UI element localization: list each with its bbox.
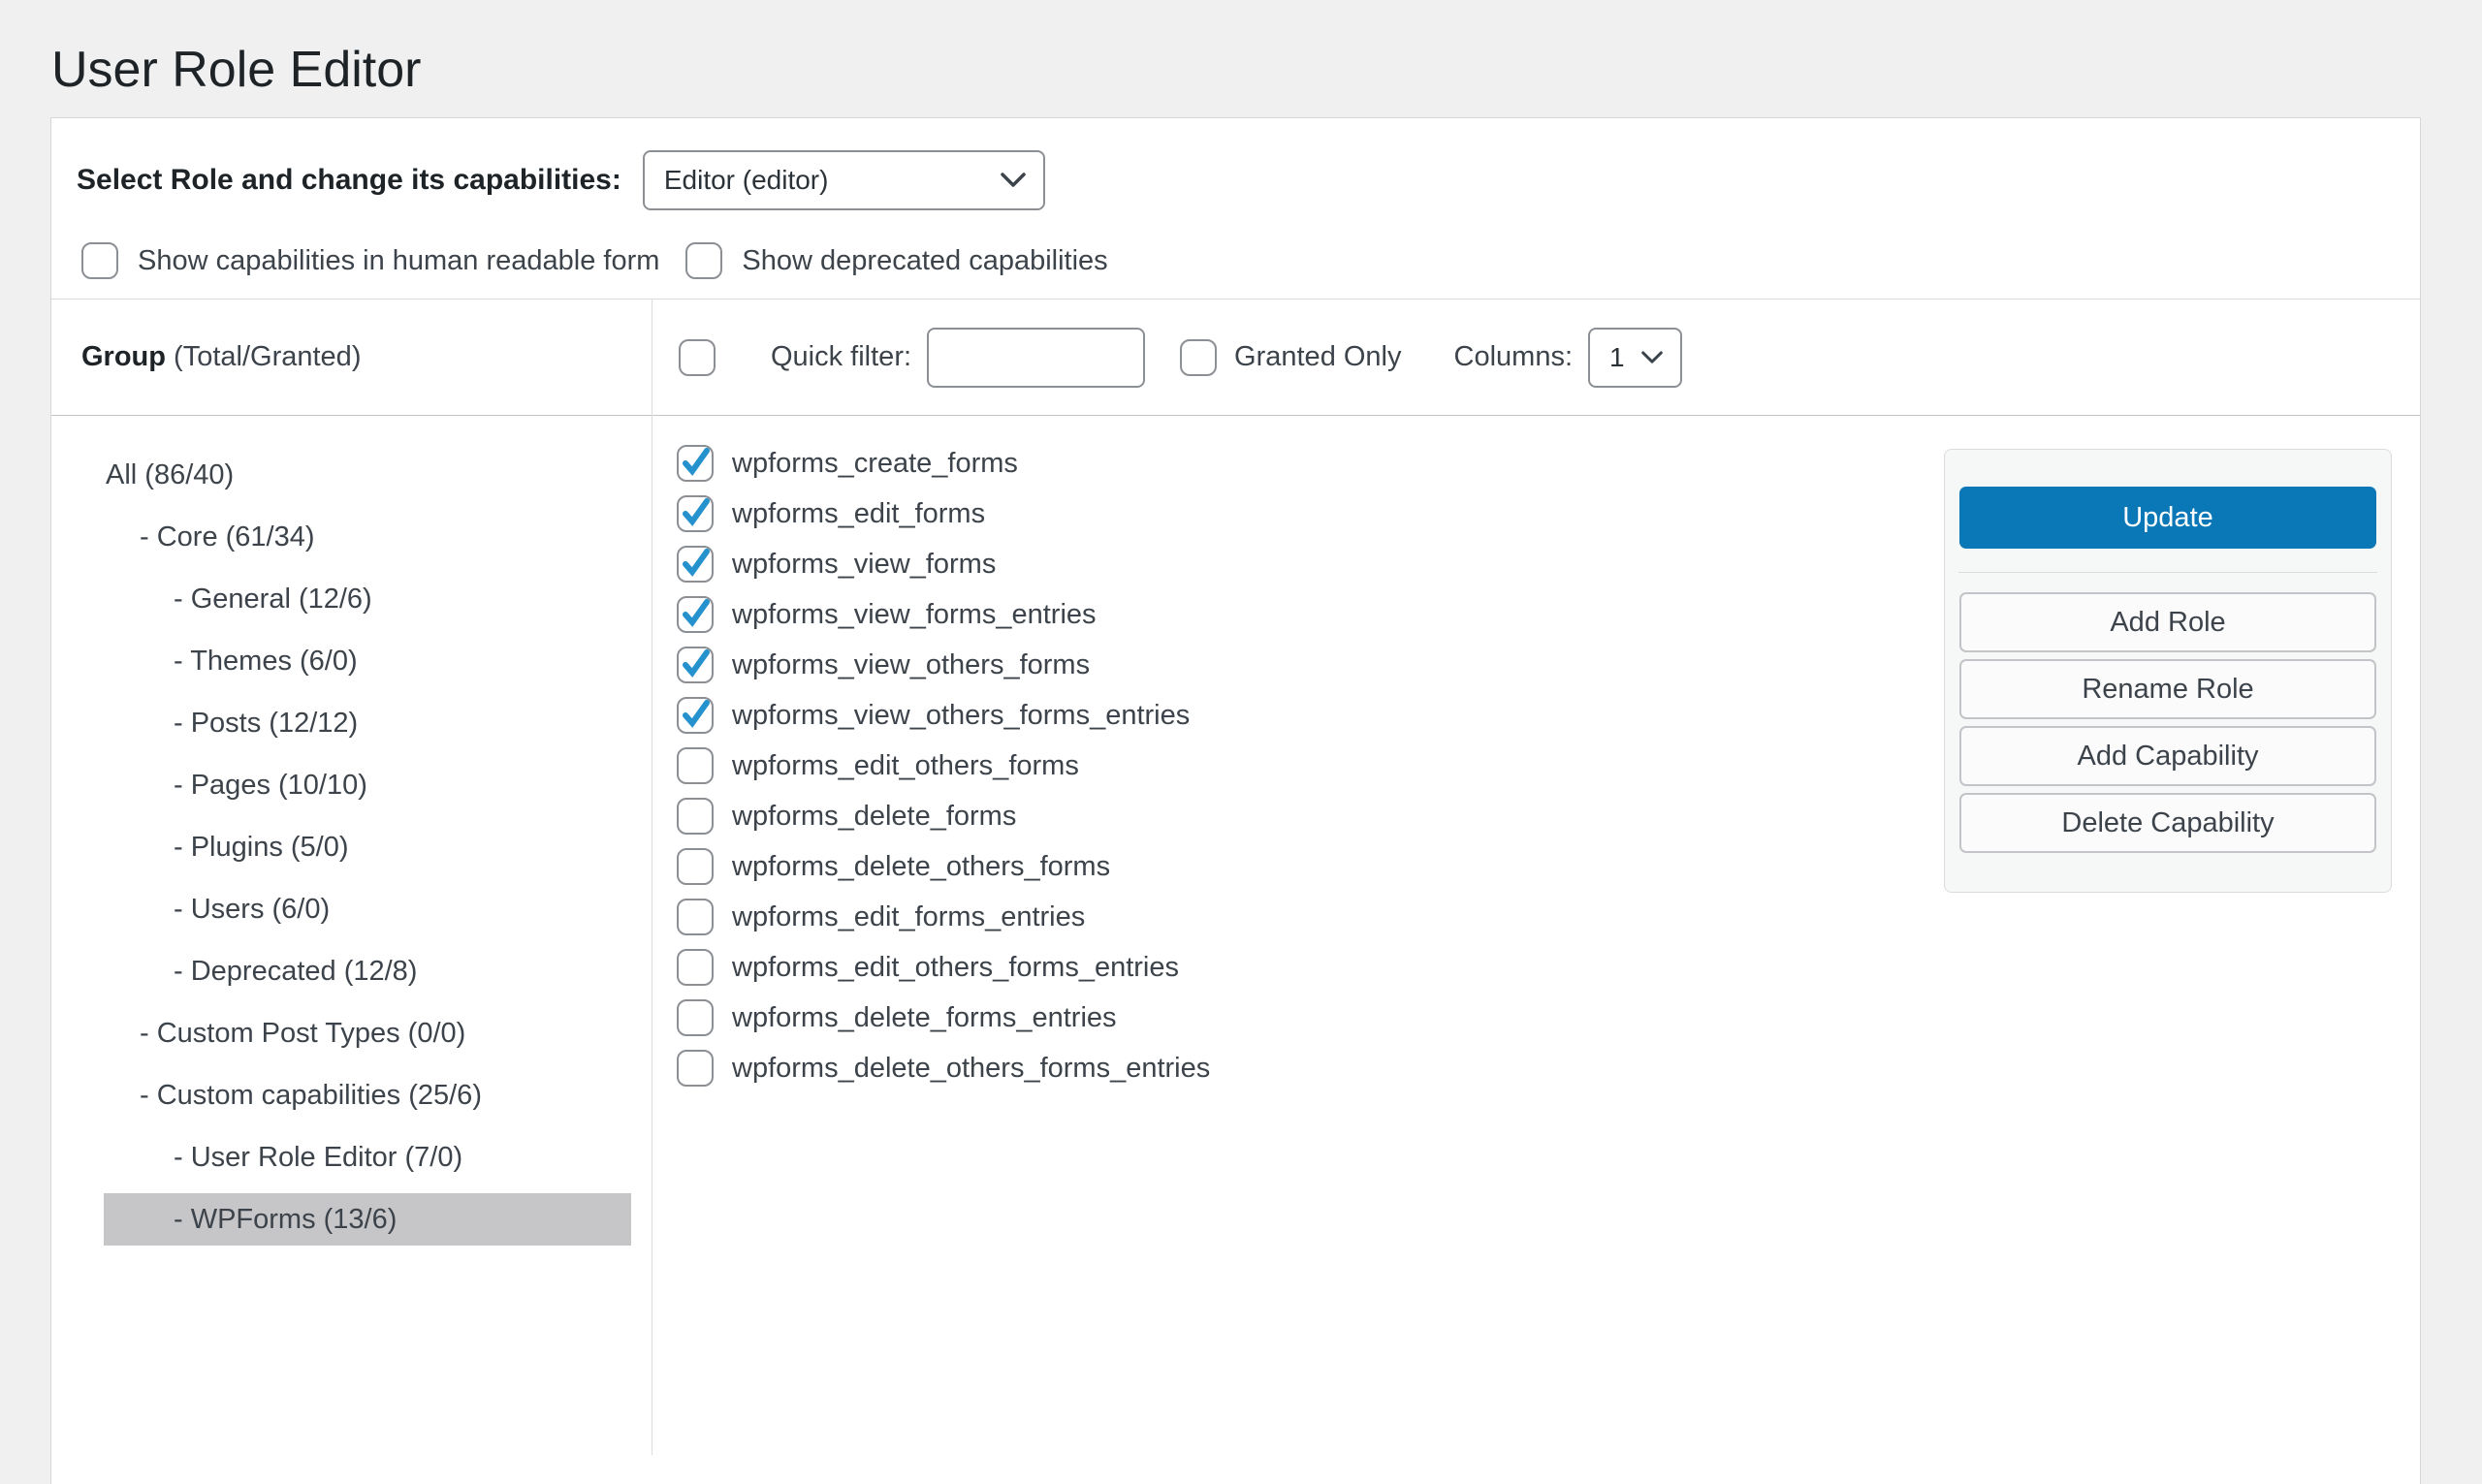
capability-checkbox[interactable] xyxy=(677,445,714,482)
capability-checkbox[interactable] xyxy=(677,999,714,1036)
group-tree: All (86/40) - Core (61/34) - General (12… xyxy=(51,416,652,1246)
deprecated-checkbox[interactable] xyxy=(685,242,722,279)
group-header: Group (Total/Granted) xyxy=(51,300,652,416)
capability-name: wpforms_delete_others_forms_entries xyxy=(732,1053,1210,1085)
granted-only-label: Granted Only xyxy=(1234,341,1401,373)
add-role-button[interactable]: Add Role xyxy=(1959,592,2376,652)
capability-name: wpforms_create_forms xyxy=(732,448,1018,480)
rename-role-button[interactable]: Rename Role xyxy=(1959,659,2376,719)
role-select[interactable]: Editor (editor) xyxy=(643,150,1045,210)
delete-capability-button[interactable]: Delete Capability xyxy=(1959,793,2376,853)
capability-checkbox[interactable] xyxy=(677,697,714,734)
tree-item-custom-capabilities[interactable]: - Custom capabilities (25/6) xyxy=(51,1064,652,1126)
divider xyxy=(1958,572,2377,573)
capability-checkbox[interactable] xyxy=(677,747,714,784)
check-icon xyxy=(679,495,714,530)
role-row: Select Role and change its capabilities:… xyxy=(51,118,2420,210)
capability-name: wpforms_delete_forms xyxy=(732,801,1016,833)
tree-item-wpforms[interactable]: - WPForms (13/6) xyxy=(104,1193,631,1246)
columns-select-value: 1 xyxy=(1609,342,1625,373)
tree-item-user-role-editor[interactable]: - User Role Editor (7/0) xyxy=(51,1126,652,1188)
check-icon xyxy=(679,546,714,581)
capability-name: wpforms_edit_forms xyxy=(732,498,985,530)
capability-name: wpforms_edit_forms_entries xyxy=(732,901,1085,933)
columns-label: Columns: xyxy=(1454,341,1574,373)
capability-name: wpforms_view_forms xyxy=(732,549,996,581)
capability-checkbox[interactable] xyxy=(677,596,714,633)
capability-name: wpforms_view_forms_entries xyxy=(732,599,1097,631)
check-icon xyxy=(679,445,714,480)
capability-checkbox[interactable] xyxy=(677,949,714,986)
tree-item-all[interactable]: All (86/40) xyxy=(51,444,652,506)
capability-name: wpforms_delete_others_forms xyxy=(732,851,1110,883)
capability-checkbox[interactable] xyxy=(677,899,714,935)
chevron-down-icon xyxy=(1641,351,1663,364)
capability-row: wpforms_delete_others_forms_entries xyxy=(677,1043,2420,1093)
main-panel: Select Role and change its capabilities:… xyxy=(50,117,2421,1484)
quick-filter-input[interactable] xyxy=(927,328,1145,388)
quick-filter-label: Quick filter: xyxy=(771,341,911,373)
deprecated-label: Show deprecated capabilities xyxy=(742,245,1107,277)
tree-item-users[interactable]: - Users (6/0) xyxy=(51,878,652,940)
capability-checkbox[interactable] xyxy=(677,647,714,683)
tree-item-general[interactable]: - General (12/6) xyxy=(51,568,652,630)
check-icon xyxy=(679,647,714,681)
capability-row: wpforms_edit_others_forms_entries xyxy=(677,942,2420,993)
check-icon xyxy=(679,596,714,631)
update-button[interactable]: Update xyxy=(1959,487,2376,549)
chevron-down-icon xyxy=(1001,173,1026,188)
capability-checkbox[interactable] xyxy=(677,848,714,885)
tree-item-themes[interactable]: - Themes (6/0) xyxy=(51,630,652,692)
group-column: Group (Total/Granted) All (86/40) - Core… xyxy=(51,300,652,1455)
capability-name: wpforms_delete_forms_entries xyxy=(732,1002,1117,1034)
capability-name: wpforms_view_others_forms_entries xyxy=(732,700,1190,732)
capability-checkbox[interactable] xyxy=(677,1050,714,1087)
capability-name: wpforms_view_others_forms xyxy=(732,649,1090,681)
tree-item-pages[interactable]: - Pages (10/10) xyxy=(51,754,652,816)
capability-row: wpforms_delete_forms_entries xyxy=(677,993,2420,1043)
capability-checkbox[interactable] xyxy=(677,495,714,532)
human-readable-label: Show capabilities in human readable form xyxy=(138,245,659,277)
role-select-value: Editor (editor) xyxy=(664,165,829,196)
capability-row: wpforms_edit_forms_entries xyxy=(677,892,2420,942)
capability-checkbox[interactable] xyxy=(677,798,714,835)
actions-panel: Update Add Role Rename Role Add Capabili… xyxy=(1944,449,2392,893)
page-title: User Role Editor xyxy=(0,0,2482,97)
capability-name: wpforms_edit_others_forms_entries xyxy=(732,952,1179,984)
human-readable-checkbox[interactable] xyxy=(81,242,118,279)
capability-name: wpforms_edit_others_forms xyxy=(732,750,1079,782)
tree-item-core[interactable]: - Core (61/34) xyxy=(51,506,652,568)
quick-filter-checkbox[interactable] xyxy=(679,339,716,376)
toggles-row: Show capabilities in human readable form… xyxy=(51,242,2420,279)
check-icon xyxy=(679,697,714,732)
columns-select[interactable]: 1 xyxy=(1588,328,1682,388)
filter-header: Quick filter: Granted Only Columns: 1 xyxy=(652,300,2420,416)
tree-item-deprecated[interactable]: - Deprecated (12/8) xyxy=(51,940,652,1002)
granted-only-checkbox[interactable] xyxy=(1180,339,1217,376)
select-role-label: Select Role and change its capabilities: xyxy=(77,164,621,197)
tree-item-posts[interactable]: - Posts (12/12) xyxy=(51,692,652,754)
add-capability-button[interactable]: Add Capability xyxy=(1959,726,2376,786)
group-header-label: Group (Total/Granted) xyxy=(81,341,361,373)
capability-checkbox[interactable] xyxy=(677,546,714,583)
tree-item-custom-post-types[interactable]: - Custom Post Types (0/0) xyxy=(51,1002,652,1064)
tree-item-plugins[interactable]: - Plugins (5/0) xyxy=(51,816,652,878)
